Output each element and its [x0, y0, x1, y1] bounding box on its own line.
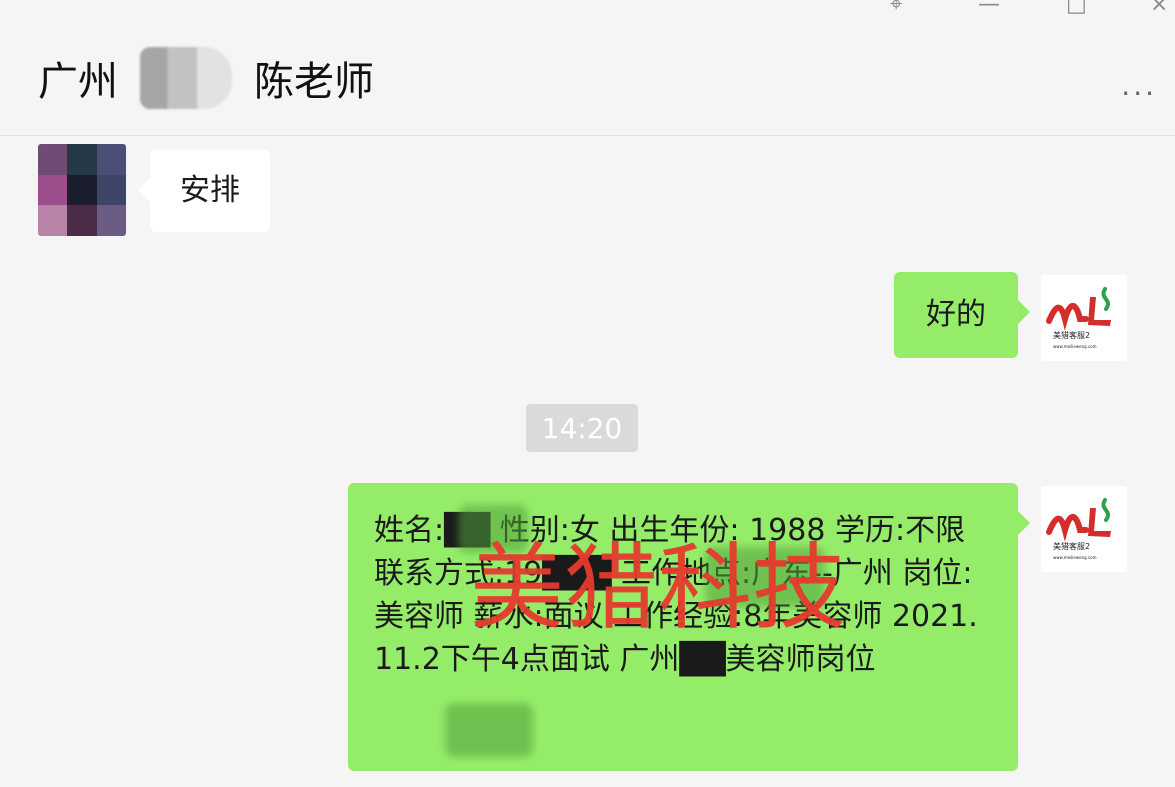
close-icon[interactable]: × — [1150, 0, 1168, 16]
chat-header: ⌖ — □ × 广州 陈老师 ... — [0, 0, 1175, 136]
more-options-button[interactable]: ... — [1121, 72, 1157, 100]
blurred-name — [140, 47, 232, 109]
received-message-bubble[interactable]: 安排 — [138, 150, 270, 232]
message-timestamp-text: 14:20 — [541, 411, 623, 445]
self-avatar[interactable]: 美猎客服2 www.meilieweng.com — [1041, 275, 1127, 361]
brand-logo-icon: 美猎客服2 www.meilieweng.com — [1041, 275, 1127, 361]
brand-logo-small-text: www.meilieweng.com — [1053, 344, 1097, 349]
message-timestamp: 14:20 — [526, 404, 638, 452]
brand-logo-text: 美猎客服2 — [1053, 541, 1090, 551]
chat-title-suffix: 陈老师 — [254, 59, 374, 105]
received-message-text: 安排 — [180, 173, 240, 208]
brand-logo-icon: 美猎客服2 www.meilieweng.com — [1041, 486, 1127, 572]
chat-title-prefix: 广州 — [38, 59, 118, 105]
brand-logo-text: 美猎客服2 — [1053, 330, 1090, 340]
sent-message-text: 好的 — [926, 297, 986, 332]
pin-icon[interactable]: ⌖ — [890, 0, 902, 16]
minimize-icon[interactable]: — — [978, 0, 1000, 16]
brand-logo-small-text: www.meilieweng.com — [1053, 555, 1097, 560]
contact-avatar[interactable] — [38, 144, 126, 236]
watermark-text: 美猎科技 — [470, 534, 847, 643]
chat-title: 广州 陈老师 — [38, 47, 374, 109]
sent-message-bubble[interactable]: 好的 — [894, 272, 1030, 358]
maximize-icon[interactable]: □ — [1066, 0, 1087, 16]
self-avatar[interactable]: 美猎客服2 www.meilieweng.com — [1041, 486, 1127, 572]
privacy-blur — [445, 703, 533, 757]
